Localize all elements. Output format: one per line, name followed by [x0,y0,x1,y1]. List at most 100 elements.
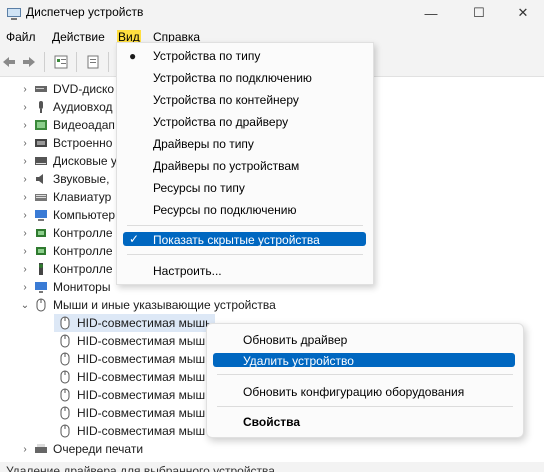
tree-category-label: Клавиатур [53,190,112,204]
window-title: Диспетчер устройств [26,5,144,19]
properties-view-icon[interactable] [54,55,68,69]
tree-category-label: Компьютер [53,208,116,222]
update-driver-item[interactable]: Обновить драйвер [243,333,347,347]
chevron-right-icon[interactable]: › [20,444,30,455]
view-drivers-by-device[interactable]: Драйверы по устройствам [153,159,299,173]
context-menu: Обновить драйвер Удалить устройство Обно… [206,323,524,438]
properties-item[interactable]: Свойства [243,415,300,429]
tree-category-label: Звуковые, [53,172,110,186]
tree-category-label: Дисковые у [53,154,117,168]
show-hidden-devices[interactable]: Показать скрытые устройства [153,233,320,247]
tree-device-label: HID-совместимая мыш [77,406,206,420]
printer-icon [35,444,47,453]
view-resources-by-type[interactable]: Ресурсы по типу [153,181,245,195]
mouse-icon [60,406,70,420]
tree-category-label: Видеоадап [53,118,115,132]
tree-device-item[interactable]: HID-совместимая мыш [54,332,205,350]
computer-icon [35,210,47,221]
toolbar-separator [76,52,77,72]
tree-device-label: HID-совместимая мыш [77,352,206,366]
tree-device-item[interactable]: HID-совместимая мыш [54,368,205,386]
view-drivers-by-type[interactable]: Драйверы по типу [153,137,254,151]
tree-device-item[interactable]: HID-совместимая мыш [54,350,205,368]
customize-item[interactable]: Настроить... [153,264,222,278]
tree-category[interactable]: › Аудиовход [20,98,112,116]
chevron-right-icon[interactable]: › [20,156,30,167]
tree-device-item[interactable]: HID-совместимая мыш [54,404,205,422]
chevron-right-icon[interactable]: › [20,264,30,275]
tree-device-label: HID-совместимая мыш [77,370,206,384]
tree-category[interactable]: › Очереди печати [20,440,143,458]
view-devices-by-type[interactable]: Устройства по типу [153,49,260,63]
tree-device-item[interactable]: HID-совместимая мышь [54,314,216,332]
tree-category-label: Встроенно [53,136,113,150]
minimize-button[interactable]: — [408,0,454,26]
chevron-right-icon[interactable]: › [20,228,30,239]
bullet-icon: ● [129,49,137,63]
view-devices-by-connection[interactable]: Устройства по подключению [153,71,312,85]
tree-device-label: HID-совместимая мыш [77,424,206,438]
chevron-down-icon[interactable]: ⌄ [20,300,30,311]
mouse-icon [60,352,70,366]
menu-separator [127,254,363,255]
tree-device-label: HID-совместимая мыш [77,388,206,402]
monitor-icon [35,282,47,293]
chevron-right-icon[interactable]: › [20,246,30,257]
mouse-icon [36,298,46,312]
chevron-right-icon[interactable]: › [20,84,30,95]
chevron-right-icon[interactable]: › [20,210,30,221]
tree-category-label: DVD-диско [53,82,115,96]
chevron-right-icon[interactable]: › [20,282,30,293]
scan-hardware-item[interactable]: Обновить конфигурацию оборудования [243,385,464,399]
tree-device-item[interactable]: HID-совместимая мыш [54,422,205,440]
close-button[interactable]: ✕ [500,0,544,26]
toolbar-separator [108,52,109,72]
usb-controller-icon [39,263,43,275]
tree-category[interactable]: › Дисковые у [20,152,117,170]
menu-separator [217,374,513,375]
tree-device-label: HID-совместимая мышь [77,316,212,330]
mouse-icon [60,316,70,330]
tree-category[interactable]: › Контролле [20,242,113,260]
tree-category[interactable]: › Видеоадап [20,116,115,134]
view-devices-by-driver[interactable]: Устройства по драйверу [153,115,288,129]
mouse-icon [60,370,70,384]
tree-device-item[interactable]: HID-совместимая мыш [54,386,205,404]
status-bar: Удаление драйвера для выбранного устройс… [0,462,544,472]
document-icon[interactable] [86,55,100,69]
chevron-right-icon[interactable]: › [20,120,30,131]
controller-icon [36,247,46,255]
uninstall-device-item[interactable]: Удалить устройство [243,354,354,368]
view-resources-by-connection[interactable]: Ресурсы по подключению [153,203,296,217]
tree-category[interactable]: › Клавиатур [20,188,111,206]
tree-category[interactable]: › Контролле [20,260,112,278]
chevron-right-icon[interactable]: › [20,174,30,185]
chevron-right-icon[interactable]: › [20,102,30,113]
disk-drive-icon [35,157,47,165]
mouse-icon [60,334,70,348]
menu-separator [217,406,513,407]
view-devices-by-container[interactable]: Устройства по контейнеру [153,93,299,107]
tree-category[interactable]: ⌄ Мыши и иные указывающие устройства [20,296,276,314]
forward-arrow-icon[interactable] [22,55,36,69]
toolbar-separator [44,52,45,72]
audio-icon [39,101,43,113]
menu-separator [127,225,363,226]
tree-category[interactable]: › Звуковые, [20,170,109,188]
tree-category[interactable]: › Компьютер [20,206,115,224]
tree-category-label: Мыши и иные указывающие устройства [53,298,276,312]
menu-file[interactable]: Файл [6,30,36,44]
tree-category[interactable]: › Мониторы [20,278,110,296]
controller-icon [36,229,46,237]
tree-device-label: HID-совместимая мыш [77,334,206,348]
menu-action[interactable]: Действие [52,30,105,44]
tree-category-label: Контролле [53,244,113,258]
back-arrow-icon[interactable] [2,55,16,69]
tree-category[interactable]: › Встроенно [20,134,112,152]
maximize-button[interactable]: ☐ [456,0,502,26]
chevron-right-icon[interactable]: › [20,138,30,149]
chevron-right-icon[interactable]: › [20,192,30,203]
tree-category-label: Мониторы [53,280,111,294]
tree-category[interactable]: › DVD-диско [20,80,114,98]
tree-category[interactable]: › Контролле [20,224,112,242]
